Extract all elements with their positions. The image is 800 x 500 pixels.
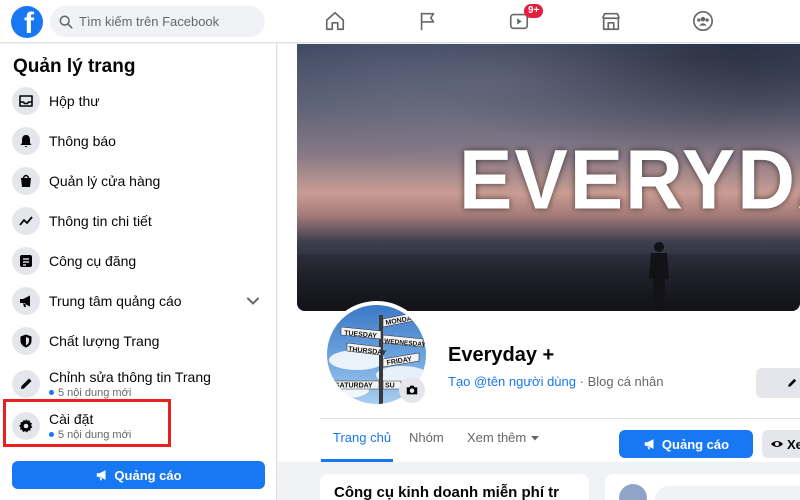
bell-icon bbox=[12, 127, 40, 155]
promote-button-label: Quảng cáo bbox=[661, 436, 730, 452]
cover-photo[interactable]: EVERYDA bbox=[297, 44, 800, 311]
caret-down-icon bbox=[531, 435, 540, 440]
chevron-down-icon[interactable] bbox=[246, 294, 260, 308]
home-icon[interactable] bbox=[322, 8, 348, 34]
megaphone-icon bbox=[644, 439, 654, 450]
view-as-button[interactable]: Xe bbox=[762, 430, 800, 458]
sidebar-item-label: Hộp thư bbox=[49, 92, 100, 109]
page-category: · Blog cá nhân bbox=[576, 374, 664, 389]
tab-divider bbox=[320, 418, 800, 419]
avatar bbox=[619, 484, 647, 500]
sidebar-item-label: Thông báo bbox=[49, 132, 116, 149]
new-items-count: 5 nội dung mới bbox=[49, 386, 211, 400]
cover-title-text: EVERYDA bbox=[459, 133, 800, 227]
active-tab-indicator bbox=[321, 459, 393, 462]
page-title: Everyday + bbox=[448, 344, 555, 366]
eye-icon bbox=[770, 440, 784, 448]
sidebar-item-label: Thông tin chi tiết bbox=[49, 212, 152, 229]
business-tools-card: Công cụ kinh doanh miễn phí tr bbox=[320, 474, 589, 500]
promote-button[interactable]: Quảng cáo bbox=[619, 430, 753, 458]
shopping-bag-icon bbox=[12, 167, 40, 195]
sidebar-item-notifications[interactable]: Thông báo bbox=[6, 122, 270, 160]
pencil-icon bbox=[12, 370, 40, 398]
top-navigation-bar: f 9+ bbox=[0, 0, 800, 43]
megaphone-icon bbox=[97, 470, 106, 481]
insights-icon bbox=[12, 207, 40, 235]
page-meta-line: Tạo @tên người dùng · Blog cá nhân bbox=[448, 374, 663, 389]
sidebar-ad-button-label: Quảng cáo bbox=[114, 467, 182, 483]
sidebar-item-page-quality[interactable]: Chất lượng Trang bbox=[6, 322, 270, 360]
profile-header-card: EVERYDA TUESDAY MONDAY THURSDAY bbox=[278, 44, 800, 462]
sidebar-item-label: Công cụ đăng bbox=[49, 252, 137, 269]
signpost-word: MONDAY bbox=[385, 315, 417, 327]
sidebar-item-label: Chất lượng Trang bbox=[49, 332, 160, 349]
new-items-text: 5 nội dung mới bbox=[58, 386, 132, 399]
watch-notification-badge: 9+ bbox=[524, 4, 544, 18]
sidebar-item-insights[interactable]: Thông tin chi tiết bbox=[6, 202, 270, 240]
facebook-logo-letter: f bbox=[24, 7, 34, 39]
sidebar-ad-button[interactable]: Quảng cáo bbox=[12, 461, 265, 489]
cover-silhouette bbox=[649, 242, 669, 309]
signpost-word: SATURDAY bbox=[335, 383, 373, 390]
sidebar-item-publishing-tools[interactable]: Công cụ đăng bbox=[6, 242, 270, 280]
signpost-word: TUESDAY bbox=[344, 330, 378, 340]
tab-groups[interactable]: Nhóm bbox=[409, 430, 444, 445]
sidebar-item-label: Quản lý cửa hàng bbox=[49, 172, 161, 189]
facebook-logo[interactable]: f bbox=[11, 6, 43, 38]
business-tools-title: Công cụ kinh doanh miễn phí tr bbox=[334, 484, 559, 500]
create-post-card bbox=[605, 474, 800, 500]
camera-icon bbox=[406, 385, 418, 395]
tab-home[interactable]: Trang chủ bbox=[333, 430, 391, 445]
pencil-icon bbox=[788, 378, 797, 387]
shield-icon bbox=[12, 327, 40, 355]
create-post-input[interactable] bbox=[655, 486, 800, 500]
settings-highlight-box bbox=[3, 399, 171, 447]
sidebar-title: Quản lý trang bbox=[13, 56, 136, 77]
sidebar-item-label: Chỉnh sửa thông tin Trang bbox=[49, 368, 211, 385]
sidebar-item-inbox[interactable]: Hộp thư bbox=[6, 82, 270, 120]
sidebar-item-ad-center[interactable]: Trung tâm quảng cáo bbox=[6, 282, 270, 320]
page-main-content: EVERYDA TUESDAY MONDAY THURSDAY bbox=[278, 44, 800, 500]
groups-icon[interactable] bbox=[690, 8, 716, 34]
sidebar-item-shop-manager[interactable]: Quản lý cửa hàng bbox=[6, 162, 270, 200]
megaphone-icon bbox=[12, 287, 40, 315]
edit-page-button[interactable] bbox=[756, 368, 800, 398]
publishing-tools-icon bbox=[12, 247, 40, 275]
flag-icon[interactable] bbox=[415, 8, 441, 34]
sidebar-item-label: Trung tâm quảng cáo bbox=[49, 292, 182, 309]
view-as-button-label: Xe bbox=[787, 436, 800, 452]
search-icon bbox=[59, 15, 73, 28]
create-username-link[interactable]: Tạo @tên người dùng bbox=[448, 374, 576, 389]
marketplace-icon[interactable] bbox=[598, 8, 624, 34]
inbox-icon bbox=[12, 87, 40, 115]
search-input[interactable] bbox=[79, 14, 259, 29]
signpost-word: SU bbox=[385, 383, 395, 390]
update-avatar-button[interactable] bbox=[399, 377, 425, 403]
new-indicator-dot bbox=[49, 390, 54, 395]
page-management-sidebar: Quản lý trang Hộp thư Thông báo Quản lý … bbox=[0, 44, 277, 500]
tab-more[interactable]: Xem thêm bbox=[467, 430, 540, 445]
tab-more-label: Xem thêm bbox=[467, 430, 527, 445]
search-box[interactable] bbox=[50, 6, 265, 37]
